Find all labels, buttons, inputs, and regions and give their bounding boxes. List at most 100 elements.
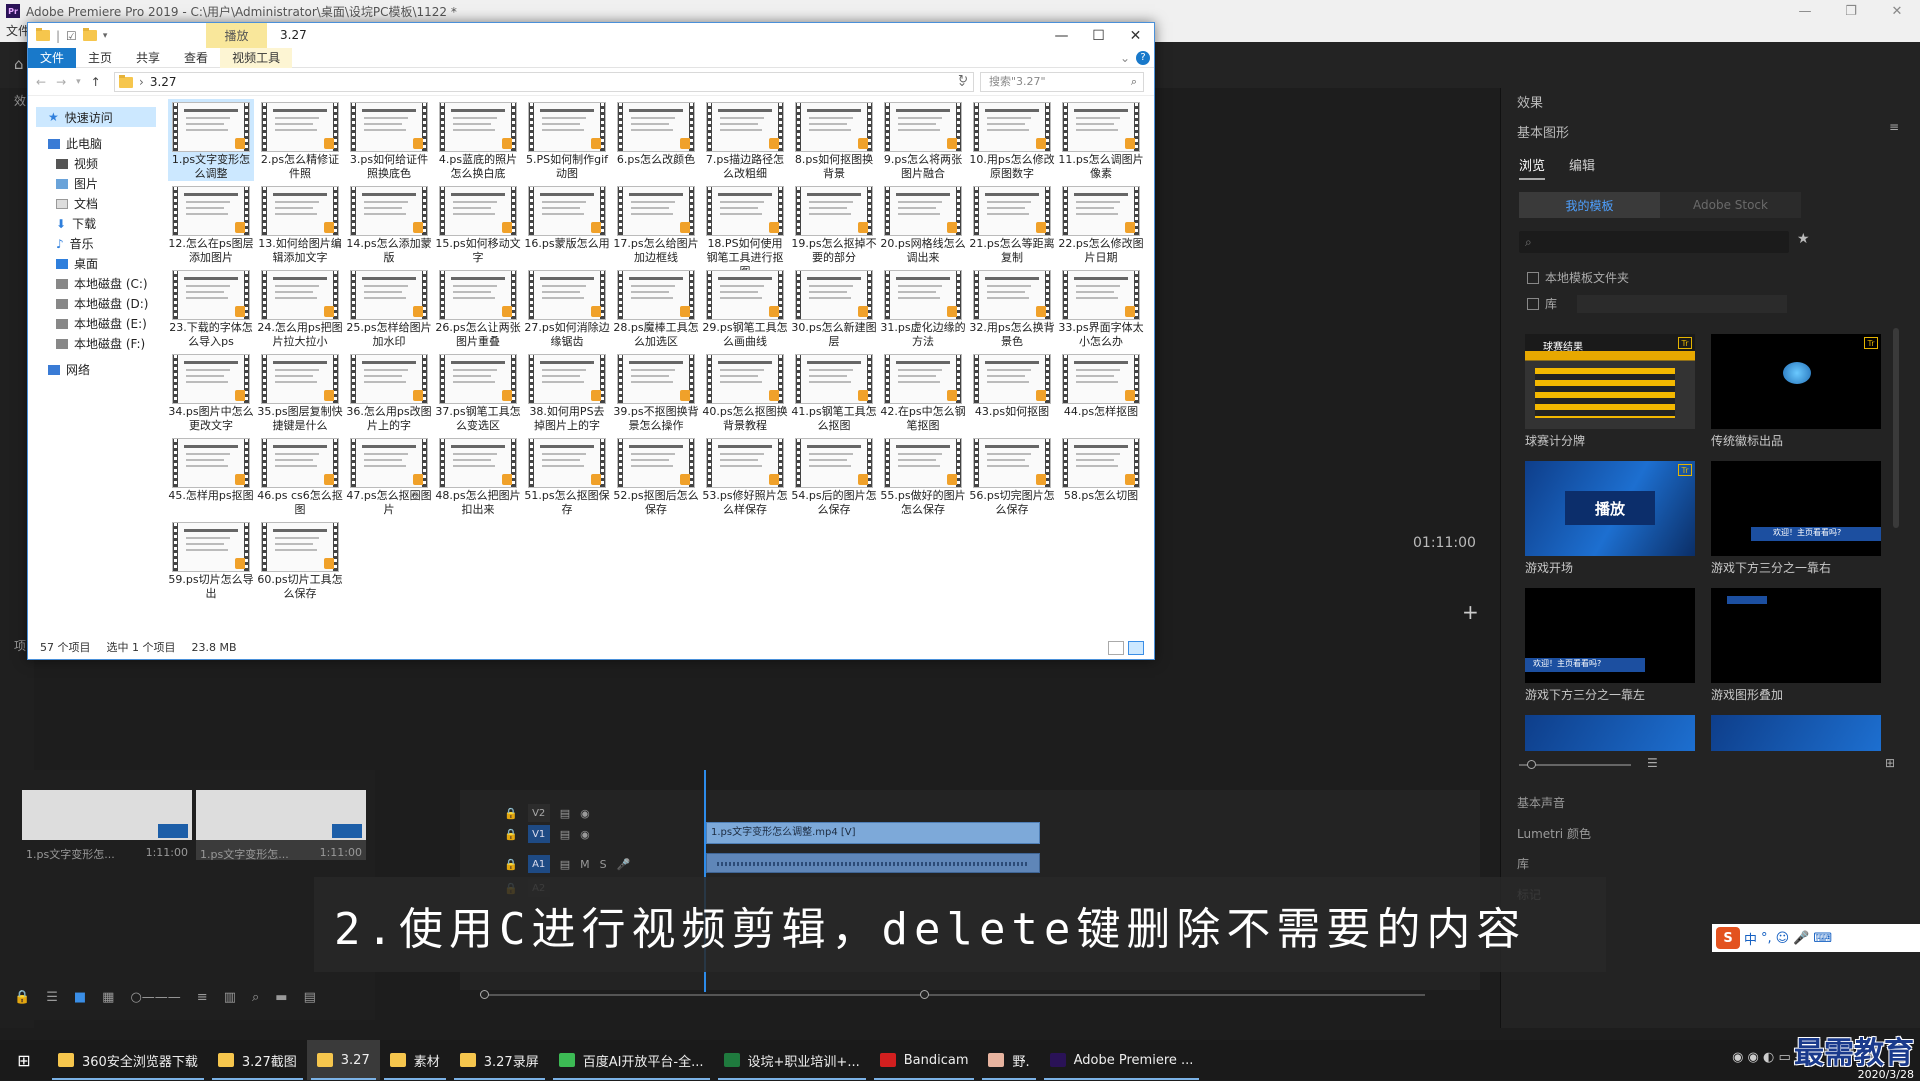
project-clip[interactable]: 1.ps文字变形怎... 1:11:00 xyxy=(22,790,192,861)
nav-drive-d[interactable]: 本地磁盘 (D:) xyxy=(56,295,148,312)
file-tile[interactable]: 10.用ps怎么修改原图数字 xyxy=(969,99,1055,181)
file-tile[interactable]: 42.在ps中怎么钢笔抠图 xyxy=(880,351,966,433)
file-tile[interactable]: 34.ps图片中怎么更改文字 xyxy=(168,351,254,433)
sort-icon[interactable]: ≡ xyxy=(197,990,208,1005)
minimize-icon[interactable]: — xyxy=(1782,0,1828,22)
checkbox-icon[interactable] xyxy=(1527,271,1539,284)
file-tile[interactable]: 9.ps怎么将两张图片融合 xyxy=(880,99,966,181)
file-tile[interactable]: 32.用ps怎么换背景色 xyxy=(969,267,1055,349)
tab-view[interactable]: 查看 xyxy=(172,48,220,68)
large-icons-view-icon[interactable] xyxy=(1128,641,1144,655)
file-tile[interactable]: 52.ps抠图后怎么保存 xyxy=(613,435,699,517)
file-tile[interactable]: 27.ps如何消除边缘锯齿 xyxy=(524,267,610,349)
scroll-handle[interactable] xyxy=(920,990,929,999)
file-tile[interactable]: 1.ps文字变形怎么调整 xyxy=(168,99,254,181)
audio-clip[interactable] xyxy=(706,853,1040,873)
nav-network[interactable]: 网络 xyxy=(48,361,90,378)
track-label[interactable]: V2 xyxy=(527,804,550,822)
file-tile[interactable]: 22.ps怎么修改图片日期 xyxy=(1058,183,1144,265)
nav-drive-c[interactable]: 本地磁盘 (C:) xyxy=(56,275,148,292)
lock-icon[interactable]: 🔒 xyxy=(504,858,518,871)
close-icon[interactable]: ✕ xyxy=(1874,0,1920,22)
taskbar-item[interactable]: 3.27录屏 xyxy=(450,1040,549,1080)
sync-icon[interactable]: ▤ xyxy=(560,858,570,871)
tab-edit[interactable]: 编辑 xyxy=(1569,155,1595,180)
file-tile[interactable]: 41.ps钢笔工具怎么抠图 xyxy=(791,351,877,433)
template-search-input[interactable]: ⌕ xyxy=(1519,231,1789,253)
lock-icon[interactable]: 🔒 xyxy=(504,807,518,820)
template-lower-third-left[interactable]: 欢迎！主页看看吗? 游戏下方三分之一靠左 xyxy=(1525,588,1695,703)
file-tile[interactable]: 14.ps怎么添加蒙版 xyxy=(346,183,432,265)
file-tile[interactable]: 46.ps cs6怎么抠图 xyxy=(257,435,343,517)
library-checkbox[interactable]: 库 xyxy=(1527,295,1557,312)
templates-scrollbar[interactable] xyxy=(1893,328,1899,528)
local-templates-checkbox[interactable]: 本地模板文件夹 xyxy=(1527,269,1629,286)
track-label[interactable]: V1 xyxy=(527,825,550,843)
minimize-icon[interactable]: — xyxy=(1043,23,1080,48)
sync-icon[interactable]: ▤ xyxy=(560,828,570,841)
new-bin-icon[interactable]: ▬ xyxy=(275,990,287,1005)
project-clip[interactable]: 1.ps文字变形怎... 1:11:00 xyxy=(196,790,366,861)
file-tile[interactable]: 60.ps切片工具怎么保存 xyxy=(257,519,343,601)
chevron-down-icon[interactable]: ⌄ xyxy=(1120,48,1130,68)
file-tile[interactable]: 11.ps怎么调图片像素 xyxy=(1058,99,1144,181)
file-tile[interactable]: 53.ps修好照片怎么样保存 xyxy=(702,435,788,517)
eye-icon[interactable]: ◉ xyxy=(580,807,590,820)
file-tile[interactable]: 56.ps切完图片怎么保存 xyxy=(969,435,1055,517)
sogou-logo-icon[interactable]: S xyxy=(1716,927,1740,949)
freeform-view-icon[interactable]: ▦ xyxy=(102,990,114,1005)
file-tile[interactable]: 38.如何用PS去掉图片上的字 xyxy=(524,351,610,433)
file-tile[interactable]: 20.ps网格线怎么调出来 xyxy=(880,183,966,265)
file-tile[interactable]: 30.ps怎么新建图层 xyxy=(791,267,877,349)
nav-downloads[interactable]: ⬇ 下载 xyxy=(56,215,96,232)
new-item-icon[interactable]: ▤ xyxy=(304,990,316,1005)
file-tile[interactable]: 59.ps切片怎么导出 xyxy=(168,519,254,601)
tab-browse[interactable]: 浏览 xyxy=(1519,155,1546,180)
scroll-handle[interactable] xyxy=(480,990,489,999)
taskbar-item[interactable]: 野. xyxy=(978,1040,1039,1080)
template-logo[interactable]: Tr 传统徽标出品 xyxy=(1711,334,1881,449)
file-tile[interactable]: 25.ps怎样给图片加水印 xyxy=(346,267,432,349)
close-icon[interactable]: ✕ xyxy=(1117,23,1154,48)
add-button-icon[interactable]: + xyxy=(1462,600,1479,624)
file-tile[interactable]: 29.ps钢笔工具怎么画曲线 xyxy=(702,267,788,349)
tab-file[interactable]: 文件 xyxy=(28,47,77,68)
nav-videos[interactable]: 视频 xyxy=(56,155,98,172)
effects-panel-label[interactable]: 效 xyxy=(14,92,26,109)
file-tile[interactable]: 45.怎样用ps抠图 xyxy=(168,435,254,517)
file-tile[interactable]: 21.ps怎么等距离复制 xyxy=(969,183,1055,265)
nav-documents[interactable]: 文档 xyxy=(56,195,98,212)
nav-pictures[interactable]: 图片 xyxy=(56,175,98,192)
checkbox-icon[interactable] xyxy=(1527,297,1539,310)
taskbar-item[interactable]: 百度AI开放平台-全... xyxy=(549,1040,714,1080)
file-tile[interactable]: 7.ps描边路径怎么改粗细 xyxy=(702,99,788,181)
file-tile[interactable]: 54.ps后的图片怎么保存 xyxy=(791,435,877,517)
tab-video-tools[interactable]: 视频工具 xyxy=(220,47,293,68)
template-scoreboard[interactable]: 球赛结果 Tr 球赛计分牌 xyxy=(1525,334,1695,449)
adobe-stock-button[interactable]: Adobe Stock xyxy=(1660,192,1801,218)
address-box[interactable]: › 3.27 ⌄ xyxy=(114,72,974,92)
search-input[interactable]: 搜索"3.27" ⌕ xyxy=(980,72,1144,92)
new-folder-icon[interactable] xyxy=(82,28,97,41)
ime-punct[interactable]: °, xyxy=(1761,931,1772,946)
file-tile[interactable]: 36.怎么用ps改图片上的字 xyxy=(346,351,432,433)
file-tile[interactable]: 13.如何给图片编辑添加文字 xyxy=(257,183,343,265)
ime-mode[interactable]: 中 xyxy=(1744,929,1757,948)
up-icon[interactable]: ↑ xyxy=(91,75,101,89)
video-clip[interactable]: 1.ps文字变形怎么调整.mp4 [V] xyxy=(706,822,1040,844)
file-tile[interactable]: 8.ps如何抠图换背景 xyxy=(791,99,877,181)
template-partial[interactable] xyxy=(1711,715,1881,751)
taskbar-item[interactable]: 3.27 xyxy=(306,1040,380,1080)
file-tile[interactable]: 23.下载的字体怎么导入ps xyxy=(168,267,254,349)
file-tile[interactable]: 58.ps怎么切图 xyxy=(1058,435,1144,517)
automate-icon[interactable]: ▥ xyxy=(224,990,236,1005)
track-label[interactable]: A1 xyxy=(527,855,550,873)
file-tile[interactable]: 18.PS如何使用钢笔工具进行抠图 xyxy=(702,183,788,278)
ime-emoji[interactable]: ☺ xyxy=(1776,931,1790,946)
eye-icon[interactable]: ◉ xyxy=(580,828,590,841)
file-tile[interactable]: 17.ps怎么给图片加边框线 xyxy=(613,183,699,265)
template-lower-third-right[interactable]: 欢迎！主页看看吗? 游戏下方三分之一靠右 xyxy=(1711,461,1881,576)
taskbar-item[interactable]: 360安全浏览器下载 xyxy=(48,1040,208,1080)
chevron-down-icon[interactable]: ▾ xyxy=(76,77,81,87)
lock-icon[interactable]: 🔒 xyxy=(14,990,30,1005)
